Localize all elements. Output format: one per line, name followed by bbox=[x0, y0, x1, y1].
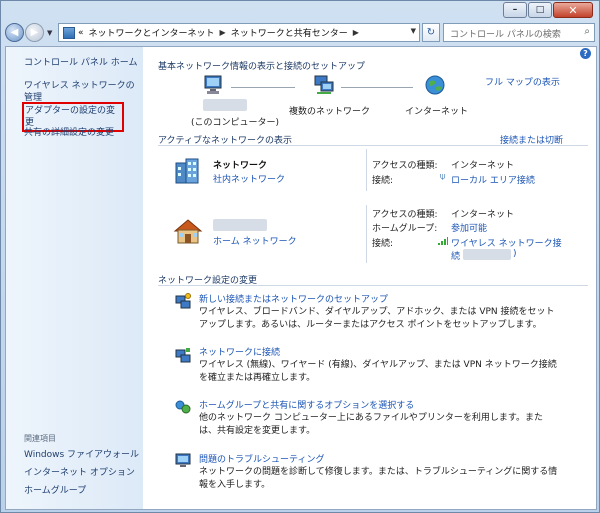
help-icon[interactable]: ? bbox=[580, 48, 591, 59]
network1-type-link[interactable]: 社内ネットワーク bbox=[213, 172, 285, 185]
computer-label: (このコンピューター) bbox=[191, 118, 280, 128]
network2-access-value: インターネット bbox=[451, 210, 515, 220]
task-homegroup-link[interactable]: ホームグループと共有に関するオプションを選択する bbox=[199, 398, 414, 411]
task-troubleshoot-desc: ネットワークの問題を診断して修復します。または、トラブルシューティングに関する情… bbox=[199, 467, 558, 490]
home-network-link[interactable]: ホーム ネットワーク bbox=[213, 234, 297, 247]
content-area: コントロール パネル ホーム ワイヤレス ネットワークの管理 アダプターの設定の… bbox=[5, 46, 597, 510]
refresh-icon: ↻ bbox=[426, 27, 436, 38]
minimize-button[interactable]: – bbox=[503, 2, 527, 18]
minimize-icon: – bbox=[512, 5, 518, 15]
breadcrumb-sharing-center[interactable]: ネットワークと共有センター bbox=[231, 26, 348, 39]
maximize-icon: □ bbox=[535, 5, 545, 15]
network2-connection-key: 接続: bbox=[372, 239, 394, 249]
window: – □ ✕ ◀ ▶ ▼ « ネットワークとインターネット ▶ ネットワークと共有… bbox=[0, 0, 600, 513]
internet-globe-icon[interactable] bbox=[424, 74, 446, 96]
control-panel-icon bbox=[63, 26, 75, 39]
computer-icon bbox=[204, 75, 222, 94]
task-homegroup-desc: 他のネットワーク コンピューター上にあるファイルやプリンターを利用します。または… bbox=[199, 413, 543, 436]
network2-access-key: アクセスの種類: bbox=[372, 210, 438, 220]
homegroup-join-link[interactable]: 参加可能 bbox=[451, 221, 487, 234]
troubleshoot-icon bbox=[175, 453, 191, 467]
sidebar-item-sharing-settings[interactable]: 共有の詳細設定の変更 bbox=[24, 127, 140, 139]
homegroup-sharing-icon bbox=[175, 400, 191, 414]
forward-button[interactable]: ▶ bbox=[25, 23, 44, 42]
multiple-networks-label: 複数のネットワーク bbox=[289, 107, 371, 117]
history-dropdown-icon[interactable]: ▼ bbox=[47, 29, 52, 37]
section-divider bbox=[158, 285, 588, 286]
breadcrumb-network-internet[interactable]: ネットワークとインターネット bbox=[89, 26, 215, 39]
section-divider bbox=[158, 145, 588, 146]
network2-homegroup-key: ホームグループ: bbox=[372, 224, 438, 234]
address-bar[interactable]: « ネットワークとインターネット ▶ ネットワークと共有センター ▶ ▼ bbox=[58, 23, 420, 42]
address-overflow[interactable]: « bbox=[78, 28, 84, 38]
address-dropdown-icon[interactable]: ▼ bbox=[411, 27, 416, 35]
window-controls: – □ ✕ bbox=[502, 2, 593, 18]
vertical-divider bbox=[366, 205, 367, 263]
network2-name-redacted bbox=[213, 219, 267, 231]
map-heading: 基本ネットワーク情報の表示と接続のセットアップ bbox=[158, 62, 366, 72]
multiple-networks-icon[interactable] bbox=[313, 74, 335, 96]
wifi-signal-icon bbox=[438, 237, 448, 245]
ssid-redacted bbox=[463, 249, 511, 260]
forward-arrow-icon: ▶ bbox=[30, 27, 39, 38]
computer-name-redacted bbox=[203, 99, 247, 111]
wireless-connection-link-end[interactable]: ) bbox=[513, 249, 517, 259]
title-bar: – □ ✕ bbox=[1, 1, 599, 21]
sidebar-item-homegroup[interactable]: ホームグループ bbox=[24, 485, 140, 497]
back-arrow-icon: ◀ bbox=[10, 27, 19, 38]
new-connection-icon bbox=[175, 293, 191, 309]
task-connect-network-link[interactable]: ネットワークに接続 bbox=[199, 345, 280, 358]
navigation-bar: ◀ ▶ ▼ « ネットワークとインターネット ▶ ネットワークと共有センター ▶… bbox=[5, 23, 597, 45]
close-icon: ✕ bbox=[568, 3, 578, 17]
search-input[interactable]: コントロール パネルの検索 ⌕ bbox=[443, 23, 595, 42]
internet-label: インターネット bbox=[405, 107, 469, 117]
sidebar-item-firewall[interactable]: Windows ファイアウォール bbox=[24, 449, 140, 461]
network1-name: ネットワーク bbox=[213, 161, 268, 171]
main-panel: ? 基本ネットワーク情報の表示と接続のセットアップ フル マップの表示 (このコ… bbox=[143, 47, 596, 509]
search-icon[interactable]: ⌕ bbox=[584, 26, 590, 37]
connect-network-icon bbox=[175, 348, 191, 363]
sidebar-item-home[interactable]: コントロール パネル ホーム bbox=[24, 57, 140, 69]
map-connector bbox=[341, 87, 413, 88]
network1-access-value: インターネット bbox=[451, 161, 515, 171]
map-connector bbox=[231, 87, 295, 88]
wireless-connection-link[interactable]: ワイヤレス ネットワーク接 bbox=[451, 236, 562, 249]
vertical-divider bbox=[366, 149, 367, 191]
close-button[interactable]: ✕ bbox=[553, 2, 593, 18]
breadcrumb-separator-icon[interactable]: ▶ bbox=[220, 28, 226, 37]
back-button[interactable]: ◀ bbox=[5, 23, 24, 42]
network1-access-key: アクセスの種類: bbox=[372, 161, 438, 171]
task-new-connection-desc: ワイヤレス、ブロードバンド、ダイヤルアップ、アドホック、または VPN 接続をセ… bbox=[199, 307, 555, 330]
maximize-button[interactable]: □ bbox=[528, 2, 552, 18]
ethernet-icon: ⍦ bbox=[440, 172, 446, 182]
full-map-link[interactable]: フル マップの表示 bbox=[485, 75, 560, 88]
task-connect-network-desc: ワイヤレス (無線)、ワイヤード (有線)、ダイヤルアップ、または VPN ネッ… bbox=[199, 360, 557, 383]
sidebar-item-internet-options[interactable]: インターネット オプション bbox=[24, 467, 140, 479]
search-placeholder: コントロール パネルの検索 bbox=[450, 30, 561, 40]
task-new-connection-link[interactable]: 新しい接続またはネットワークのセットアップ bbox=[199, 292, 388, 305]
sidebar-item-wireless[interactable]: ワイヤレス ネットワークの管理 bbox=[24, 80, 140, 104]
related-heading: 関連項目 bbox=[24, 434, 56, 443]
sidebar: コントロール パネル ホーム ワイヤレス ネットワークの管理 アダプターの設定の… bbox=[6, 47, 143, 509]
home-network-icon[interactable] bbox=[173, 217, 203, 245]
breadcrumb-separator-icon[interactable]: ▶ bbox=[353, 28, 359, 37]
local-area-connection-link[interactable]: ローカル エリア接続 bbox=[451, 173, 535, 186]
task-troubleshoot-link[interactable]: 問題のトラブルシューティング bbox=[199, 452, 324, 465]
network1-connection-key: 接続: bbox=[372, 176, 394, 186]
refresh-button[interactable]: ↻ bbox=[422, 23, 440, 42]
corporate-network-icon[interactable] bbox=[173, 157, 201, 185]
